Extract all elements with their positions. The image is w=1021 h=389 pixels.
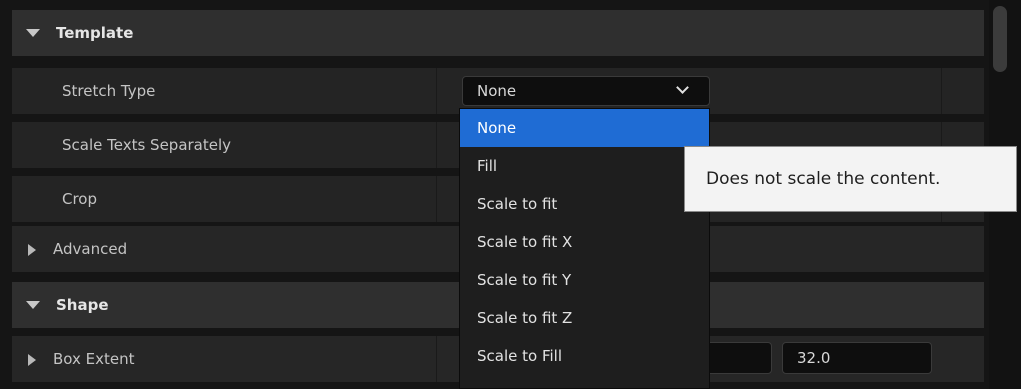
option-tooltip: Does not scale the content. xyxy=(684,146,1017,212)
chevron-down-icon xyxy=(676,81,689,94)
column-divider[interactable] xyxy=(436,122,437,168)
details-panel: Template Stretch Type None Scale Texts S… xyxy=(0,0,1021,389)
section-label: Template xyxy=(56,24,134,42)
expand-arrow-icon[interactable] xyxy=(28,244,36,256)
column-divider[interactable] xyxy=(436,176,437,222)
collapse-arrow-icon[interactable] xyxy=(26,29,40,37)
column-divider[interactable] xyxy=(436,68,437,114)
expand-arrow-icon[interactable] xyxy=(28,354,36,366)
property-label: Advanced xyxy=(53,240,128,258)
collapse-arrow-icon[interactable] xyxy=(26,301,40,309)
stretch-type-combobox[interactable]: None xyxy=(462,76,710,106)
property-label: Box Extent xyxy=(53,350,135,368)
dropdown-option-fill[interactable]: Fill xyxy=(460,147,709,185)
box-extent-z-field[interactable]: 32.0 xyxy=(782,342,932,374)
property-label: Scale Texts Separately xyxy=(62,136,232,154)
dropdown-option-scale-to-fit-y[interactable]: Scale to fit Y xyxy=(460,261,709,299)
stretch-type-dropdown-list: None Fill Scale to fit Scale to fit X Sc… xyxy=(459,108,710,389)
dropdown-option-none[interactable]: None xyxy=(460,109,709,147)
combobox-value: None xyxy=(477,82,517,100)
property-label: Crop xyxy=(62,190,98,208)
dropdown-option-scale-to-fit-z[interactable]: Scale to fit Z xyxy=(460,299,709,337)
dropdown-option-scale-to-fit-x[interactable]: Scale to fit X xyxy=(460,223,709,261)
section-label: Shape xyxy=(56,296,109,314)
field-value: 32.0 xyxy=(797,349,831,367)
dropdown-option-scale-to-fit[interactable]: Scale to fit xyxy=(460,185,709,223)
property-label: Stretch Type xyxy=(62,82,156,100)
column-divider xyxy=(941,68,942,114)
column-divider[interactable] xyxy=(436,336,437,382)
dropdown-option-scale-to-fill[interactable]: Scale to Fill xyxy=(460,337,709,375)
section-header-template[interactable]: Template xyxy=(12,10,984,56)
scrollbar-thumb[interactable] xyxy=(993,6,1007,72)
